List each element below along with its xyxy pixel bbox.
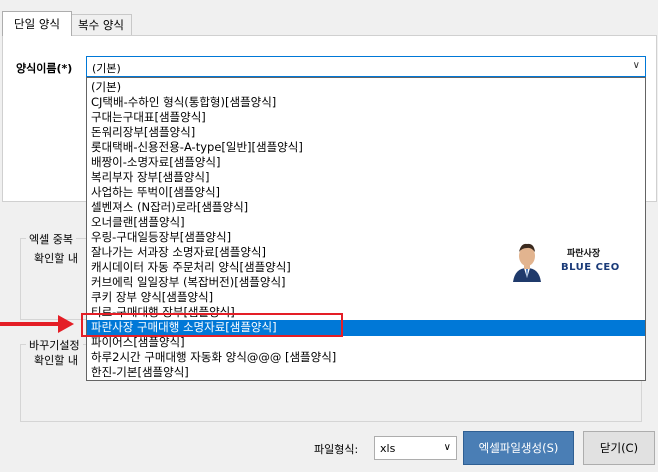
dropdown-item[interactable]: 사업하는 뚜벅이[샘플양식] bbox=[87, 185, 645, 201]
dropdown-item[interactable]: 한진-기본[샘플양식] bbox=[87, 365, 645, 381]
tab-bar: 단일 양식 복수 양식 bbox=[0, 0, 658, 36]
highlight-arrow-line bbox=[0, 322, 60, 326]
chevron-down-icon[interactable]: ∨ bbox=[633, 60, 640, 71]
dropdown-item[interactable]: 셀벤져스 (N잡러)로라[샘플양식] bbox=[87, 200, 645, 216]
format-name-label: 양식이름(*) bbox=[16, 62, 73, 75]
dropdown-item[interactable]: 오너클랜[샘플양식] bbox=[87, 215, 645, 231]
format-name-combo[interactable]: (기본) ∨ bbox=[86, 56, 646, 77]
file-type-select[interactable]: xls ∨ bbox=[374, 436, 457, 460]
file-type-value: xls bbox=[380, 442, 396, 455]
excel-dup-confirm-label: 확인할 내 bbox=[34, 252, 78, 265]
format-name-value: (기본) bbox=[92, 62, 121, 75]
dropdown-item[interactable]: 돈워리장부[샘플양식] bbox=[87, 125, 645, 141]
dropdown-item[interactable]: 롯대택배-신용전용-A-type[일반][샘플양식] bbox=[87, 140, 645, 156]
chevron-down-icon[interactable]: ∨ bbox=[444, 442, 451, 453]
dropdown-item[interactable]: 하루2시간 구매대행 자동화 양식@@@ [샘플양식] bbox=[87, 350, 645, 366]
file-type-label: 파일형식: bbox=[314, 443, 359, 456]
generate-excel-button[interactable]: 엑셀파일생성(S) bbox=[463, 431, 574, 465]
dropdown-item[interactable]: 구대는구대표[샘플양식] bbox=[87, 110, 645, 126]
tab-multi-format[interactable]: 복수 양식 bbox=[70, 14, 132, 35]
barcode-confirm-label: 확인할 내 bbox=[34, 354, 78, 367]
highlight-box bbox=[81, 313, 343, 337]
dropdown-item[interactable]: CJ택배-수하인 형식(통합형)[샘플양식] bbox=[87, 95, 645, 111]
ceo-badge-name: 파란사장 bbox=[567, 249, 601, 259]
barcode-group-title: 바꾸기설정 bbox=[26, 337, 83, 353]
dropdown-item[interactable]: 배짱이-소명자료[샘플양식] bbox=[87, 155, 645, 171]
excel-dup-group-title: 엑셀 중복 bbox=[26, 231, 76, 247]
highlight-arrow-icon bbox=[58, 315, 74, 333]
ceo-badge-subtitle: BLUE CEO bbox=[561, 262, 620, 273]
dropdown-item[interactable]: (기본) bbox=[87, 80, 645, 96]
ceo-avatar-icon bbox=[509, 238, 545, 282]
dropdown-item[interactable]: 쿠키 장부 양식[샘플양식] bbox=[87, 290, 645, 306]
dropdown-item[interactable]: 복리부자 장부[샘플양식] bbox=[87, 170, 645, 186]
close-button[interactable]: 닫기(C) bbox=[583, 431, 655, 465]
dropdown-item[interactable]: 파이어스[샘플양식] bbox=[87, 335, 645, 351]
tab-single-format[interactable]: 단일 양식 bbox=[2, 11, 72, 36]
ceo-badge: 파란사장 BLUE CEO bbox=[505, 234, 625, 284]
